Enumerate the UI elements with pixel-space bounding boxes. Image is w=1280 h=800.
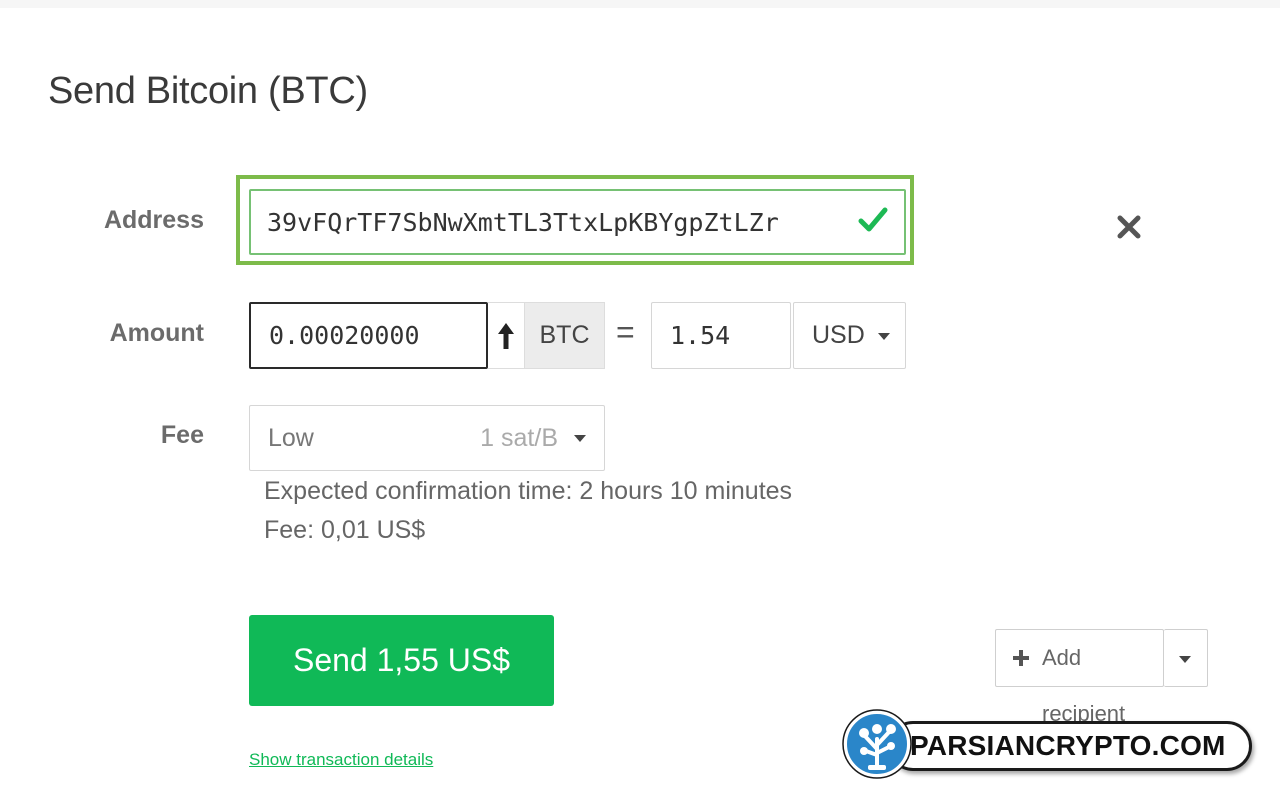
plus-icon (1013, 650, 1029, 666)
currency-value: USD (812, 321, 865, 349)
fee-select[interactable]: Low 1 sat/B (249, 405, 605, 471)
add-recipient-dropdown[interactable] (1164, 629, 1208, 687)
chevron-down-icon (574, 435, 586, 442)
swap-button[interactable] (488, 302, 524, 369)
amount-input[interactable] (269, 304, 479, 367)
watermark-text: PARSIANCRYPTO.COM (910, 730, 1226, 761)
fee-label: Fee (160, 421, 204, 449)
check-icon (858, 207, 888, 232)
fee-rate: 1 sat/B (480, 424, 558, 452)
watermark: PARSIANCRYPTO.COM (840, 707, 1256, 783)
chevron-down-icon (1179, 656, 1191, 663)
add-recipient-button[interactable]: Add recipient (995, 629, 1164, 726)
send-button[interactable]: Send 1,55 US$ (249, 615, 554, 706)
fiat-amount-input[interactable] (670, 303, 780, 368)
amount-label: Amount (109, 319, 204, 347)
close-icon[interactable] (1116, 214, 1142, 240)
top-bar (0, 0, 1280, 8)
currency-select[interactable]: USD (793, 302, 906, 369)
address-input[interactable] (267, 191, 847, 253)
confirmation-time: Expected confirmation time: 2 hours 10 m… (264, 477, 793, 505)
arrow-up-icon (498, 323, 514, 349)
address-label: Address (103, 206, 204, 234)
fiat-amount-field[interactable] (651, 302, 791, 369)
btc-unit-addon: BTC (524, 302, 605, 369)
fee-cost: Fee: 0,01 US$ (264, 516, 426, 544)
page-title: Send Bitcoin (BTC) (48, 70, 368, 112)
show-details-link[interactable]: Show transaction details (249, 750, 433, 770)
fee-level: Low (268, 424, 314, 452)
amount-field[interactable] (249, 302, 488, 369)
equals-sign: = (616, 314, 635, 350)
chevron-down-icon (878, 333, 890, 340)
tree-logo-icon (842, 709, 912, 779)
address-field[interactable] (249, 189, 906, 255)
